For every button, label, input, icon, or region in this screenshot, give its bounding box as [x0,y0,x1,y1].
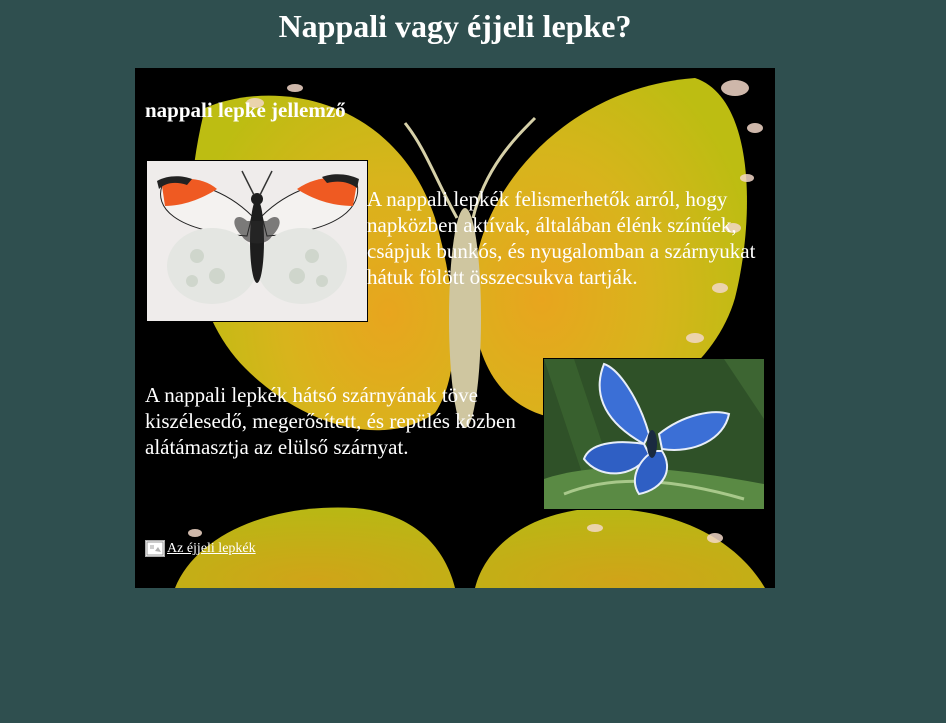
section-heading: nappali lepke jellemző [145,98,346,122]
background-butterfly-image [175,78,765,588]
paragraph-hindwing: A nappali lepkék hátsó szárnyának töve k… [145,383,516,459]
blue-butterfly-photo [543,358,765,510]
content-panel: nappali lepke jellemző A nappali lepkék … [135,68,775,588]
page-title: Nappali vagy éjjeli lepke? [278,8,632,44]
paragraph-day-moth-traits: A nappali lepkék felismerhetők arról, ho… [367,187,756,289]
night-moth-link-row[interactable]: Az éjjeli lepkék [145,540,256,557]
night-moth-link[interactable]: Az éjjeli lepkék [167,541,256,557]
orange-tip-butterfly-photo [146,160,368,322]
broken-image-icon[interactable] [145,540,165,557]
